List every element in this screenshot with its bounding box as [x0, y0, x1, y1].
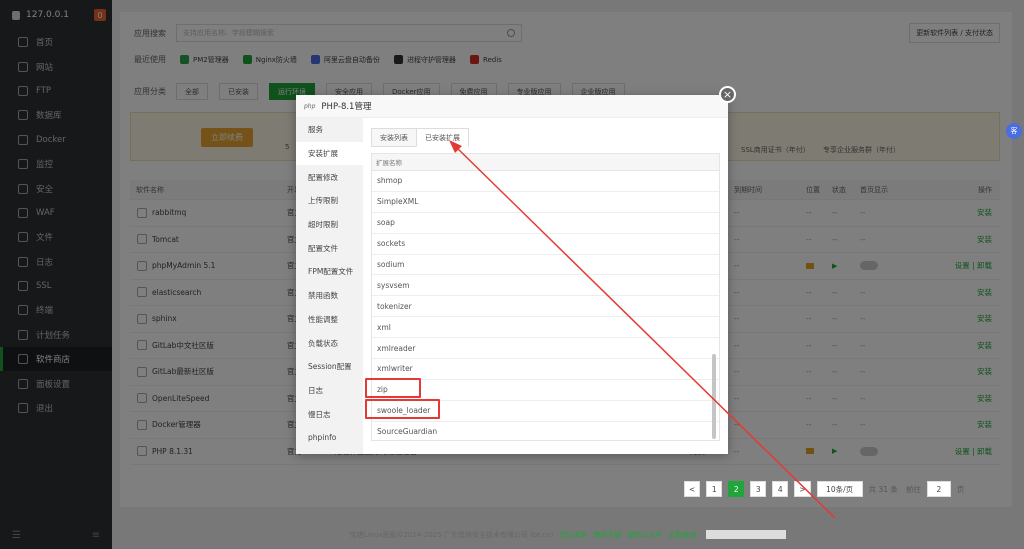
annotation-arrow	[449, 140, 836, 519]
customer-service-button[interactable]: 客	[1006, 123, 1022, 139]
